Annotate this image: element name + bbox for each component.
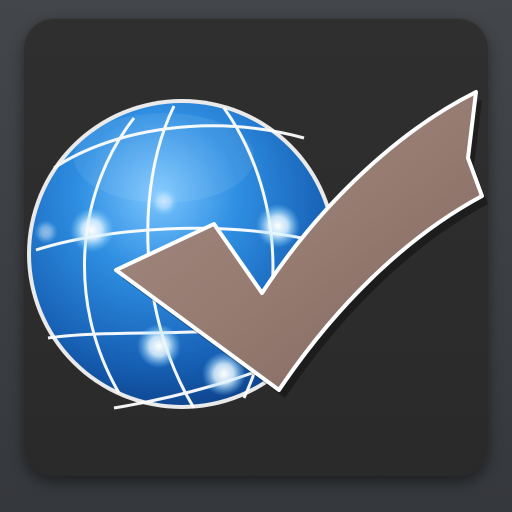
globe-checkmark-icon — [27, 90, 488, 410]
screen — [0, 0, 512, 512]
app-icon[interactable] — [24, 18, 488, 476]
